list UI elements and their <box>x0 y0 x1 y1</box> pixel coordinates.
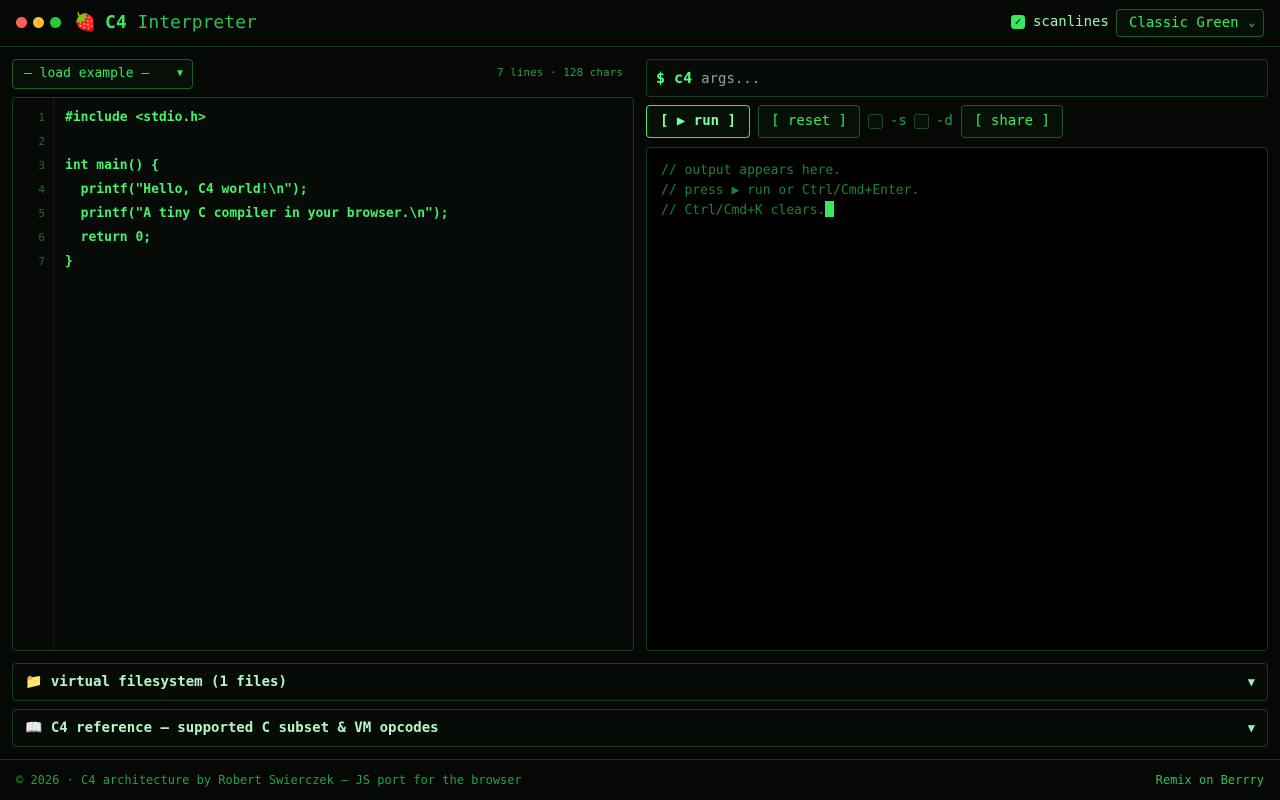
app-title-bold: C4 <box>105 12 127 33</box>
share-button[interactable]: [ share ] <box>961 105 1063 138</box>
scanlines-checkbox[interactable]: ✓ <box>1011 15 1025 29</box>
output-line: // output appears here. <box>661 163 842 178</box>
filesystem-panel[interactable]: 📁 virtual filesystem (1 files) ▼ <box>12 663 1268 701</box>
flag-d-toggle[interactable]: -d <box>914 113 953 129</box>
remix-link[interactable]: Remix on Berrry <box>1156 773 1264 787</box>
app-title: C4 Interpreter <box>105 11 257 35</box>
book-icon: 📖 <box>25 720 43 736</box>
code-editor[interactable]: 1 2 3 4 5 6 7 #include <stdio.h> int mai… <box>12 97 634 651</box>
flag-s-toggle[interactable]: -s <box>868 113 907 129</box>
filesystem-panel-label: virtual filesystem (1 files) <box>50 674 287 690</box>
output-line-text: // Ctrl/Cmd+K clears. <box>661 203 826 218</box>
output-line: // Ctrl/Cmd+K clears. <box>661 201 1253 221</box>
caret-down-icon: ▼ <box>1247 721 1255 735</box>
flag-d-label: -d <box>936 113 953 129</box>
line-number: 3 <box>38 159 45 172</box>
reference-panel-label: C4 reference — supported C subset & VM o… <box>50 720 439 736</box>
theme-select-value: Classic Green <box>1129 15 1239 31</box>
theme-select[interactable]: Classic Green ⌄ <box>1116 9 1264 37</box>
line-number: 2 <box>38 135 45 148</box>
code-line[interactable]: #include <stdio.h> <box>65 106 206 130</box>
code-line[interactable]: printf("A tiny C compiler in your browse… <box>65 202 449 226</box>
window-controls <box>16 17 61 28</box>
close-window-dot[interactable] <box>16 17 27 28</box>
app-title-rest: Interpreter <box>137 12 257 33</box>
scanlines-toggle[interactable]: ✓ scanlines <box>1011 14 1109 30</box>
footer-credit: © 2026 · C4 architecture by Robert Swier… <box>16 773 522 787</box>
chevron-down-icon: ▼ <box>176 68 183 79</box>
editor-stats: 7 lines · 128 chars <box>497 66 623 79</box>
output-console[interactable]: // output appears here. // press ▶ run o… <box>646 147 1268 651</box>
reset-button[interactable]: [ reset ] <box>758 105 860 138</box>
line-number: 7 <box>38 255 45 268</box>
output-line: // press ▶ run or Ctrl/Cmd+Enter. <box>661 183 920 198</box>
line-number: 6 <box>38 231 45 244</box>
line-number: 1 <box>38 111 45 124</box>
args-input[interactable]: $ c4 args... <box>646 59 1268 97</box>
line-number-gutter: 1 2 3 4 5 6 7 <box>13 98 54 650</box>
code-line[interactable]: int main() { <box>65 154 159 178</box>
maximize-window-dot[interactable] <box>50 17 61 28</box>
args-prompt: $ c4 <box>656 69 693 87</box>
chevron-down-icon: ⌄ <box>1248 16 1255 29</box>
code-line[interactable]: return 0; <box>65 226 151 250</box>
args-placeholder: args... <box>701 71 761 87</box>
folder-icon: 📁 <box>25 674 43 690</box>
code-line[interactable]: printf("Hello, C4 world!\n"); <box>65 178 308 202</box>
app-header: 🍓 C4 Interpreter ✓ scanlines Classic Gre… <box>0 0 1280 47</box>
scanlines-label: scanlines <box>1033 14 1109 30</box>
flag-s-label: -s <box>890 113 907 129</box>
caret-down-icon: ▼ <box>1247 675 1255 689</box>
run-button[interactable]: [ ▶ run ] <box>646 105 750 138</box>
line-number: 5 <box>38 207 45 220</box>
code-line[interactable]: } <box>65 250 73 274</box>
flag-d-checkbox[interactable] <box>914 113 929 129</box>
reference-panel[interactable]: 📖 C4 reference — supported C subset & VM… <box>12 709 1268 747</box>
flag-s-checkbox[interactable] <box>868 113 883 129</box>
load-example-value: — load example — <box>24 66 150 81</box>
load-example-select[interactable]: — load example — ▼ <box>12 59 193 89</box>
terminal-cursor <box>825 201 835 217</box>
minimize-window-dot[interactable] <box>33 17 44 28</box>
strawberry-icon: 🍓 <box>74 12 97 33</box>
line-number: 4 <box>38 183 45 196</box>
app-footer: © 2026 · C4 architecture by Robert Swier… <box>0 759 1280 800</box>
